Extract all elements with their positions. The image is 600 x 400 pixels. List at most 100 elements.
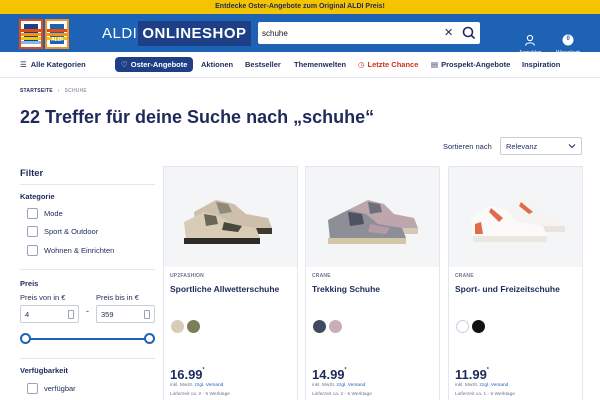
shipping-link[interactable]: zzgl. Versand bbox=[337, 383, 366, 388]
vat-text: inkl. MwSt. bbox=[455, 383, 480, 388]
product-name[interactable]: Trekking Schuhe bbox=[312, 284, 380, 294]
color-swatch[interactable] bbox=[187, 320, 200, 333]
delivery-info: Lieferzeit ca. 2 - 5 Werktage bbox=[312, 392, 372, 397]
clear-search-icon[interactable]: ✕ bbox=[444, 25, 456, 41]
checkbox[interactable] bbox=[27, 207, 38, 219]
hamburger-menu-icon: ☰ bbox=[20, 60, 27, 69]
breadcrumb-home[interactable]: STARTSEITE bbox=[20, 88, 53, 94]
price-from-label: Preis von in € bbox=[20, 293, 66, 302]
shipping-link[interactable]: zzgl. Versand bbox=[195, 383, 224, 388]
price-footnote-mark: * bbox=[344, 367, 347, 373]
filter-category-sport-outdoor[interactable]: Sport & Outdoor bbox=[27, 225, 98, 237]
filter-availability-title: Verfügbarkeit bbox=[20, 366, 68, 375]
price-from-value: 4 bbox=[25, 310, 30, 319]
nav-inspiration[interactable]: Inspiration bbox=[522, 60, 560, 69]
checkbox[interactable] bbox=[27, 244, 38, 256]
nav-oster-angebote[interactable]: ♡ Oster-Angebote bbox=[115, 57, 194, 72]
nav-all-categories-label: Alle Kategorien bbox=[30, 60, 86, 69]
product-price: 14.99* bbox=[312, 367, 347, 382]
delivery-info: Lieferzeit ca. 2 - 5 Werktage bbox=[170, 392, 230, 397]
product-name[interactable]: Sport- und Freizeitschuhe bbox=[455, 284, 560, 294]
product-image[interactable] bbox=[449, 167, 582, 267]
filter-availability-available[interactable]: verfügbar bbox=[27, 382, 76, 394]
divider bbox=[20, 269, 155, 270]
price-slider-track[interactable] bbox=[25, 338, 150, 340]
nav-themenwelten[interactable]: Themenwelten bbox=[294, 60, 346, 69]
trekking-shoe-image bbox=[327, 200, 418, 244]
flyer-icon: ▤ bbox=[431, 60, 439, 69]
aldi-sued-logo-icon: ALDI bbox=[45, 19, 69, 49]
price-slider-min-handle[interactable] bbox=[20, 333, 31, 344]
divider bbox=[20, 184, 155, 185]
shop-title[interactable]: ALDI ONLINESHOP bbox=[102, 21, 251, 46]
search-input[interactable] bbox=[262, 25, 432, 41]
search-icon[interactable] bbox=[459, 23, 479, 43]
color-swatch[interactable] bbox=[472, 320, 485, 333]
product-image[interactable] bbox=[164, 167, 297, 267]
price-to-value: 359 bbox=[101, 310, 114, 319]
filter-category-wohnen[interactable]: Wohnen & Einrichten bbox=[27, 244, 114, 256]
nav-all-categories[interactable]: ☰ Alle Kategorien bbox=[20, 60, 86, 69]
breadcrumb-separator-icon: › bbox=[57, 88, 60, 94]
aldi-nord-logo-icon bbox=[19, 19, 43, 49]
product-price: 11.99* bbox=[455, 367, 489, 382]
price-to-label: Preis bis in € bbox=[96, 293, 139, 302]
nav-letzte-label: Letzte Chance bbox=[367, 60, 419, 69]
product-brand: UP2FASHION bbox=[170, 273, 204, 279]
price-from-input[interactable]: 4 bbox=[20, 305, 79, 323]
hiking-shoe-image bbox=[183, 200, 272, 244]
product-name[interactable]: Sportliche Allwetterschuhe bbox=[170, 284, 279, 294]
stepper-icon[interactable] bbox=[144, 310, 150, 319]
product-card[interactable]: UP2FASHION Sportliche Allwetterschuhe 16… bbox=[163, 166, 298, 400]
checkbox-label: Wohnen & Einrichten bbox=[44, 245, 115, 255]
vat-info: inkl. MwSt. zzgl. Versand bbox=[455, 383, 508, 388]
vat-text: inkl. MwSt. bbox=[312, 383, 337, 388]
breadcrumb-current: SCHUHE bbox=[64, 88, 87, 94]
nav-prospekt-angebote[interactable]: ▤ Prospekt-Angebote bbox=[431, 60, 510, 69]
color-swatch[interactable] bbox=[313, 320, 326, 333]
chevron-down-icon bbox=[568, 144, 576, 149]
sort-label: Sortieren nach bbox=[443, 142, 492, 151]
aldi-logo[interactable]: ALDI bbox=[19, 19, 71, 49]
nav-letzte-chance[interactable]: ◷ Letzte Chance bbox=[358, 60, 418, 69]
filter-title: Filter bbox=[20, 168, 44, 179]
stepper-icon[interactable] bbox=[68, 310, 74, 319]
vat-text: inkl. MwSt. bbox=[170, 383, 195, 388]
nav-oster-label: Oster-Angebote bbox=[130, 60, 188, 69]
filter-category-mode[interactable]: Mode bbox=[27, 207, 63, 219]
price-value: 11.99 bbox=[455, 367, 487, 382]
shop-title-light: ALDI bbox=[102, 25, 138, 42]
clock-icon: ◷ bbox=[358, 60, 365, 69]
price-slider-max-handle[interactable] bbox=[144, 333, 155, 344]
product-card[interactable]: CRANE Sport- und Freizeitschuhe 11.99* i… bbox=[448, 166, 583, 400]
vat-info: inkl. MwSt. zzgl. Versand bbox=[312, 383, 365, 388]
price-to-input[interactable]: 359 bbox=[96, 305, 155, 323]
user-icon bbox=[525, 34, 536, 46]
color-swatch[interactable] bbox=[171, 320, 184, 333]
product-image[interactable] bbox=[306, 167, 439, 267]
price-value: 16.99 bbox=[170, 367, 203, 382]
heart-icon: ♡ bbox=[121, 60, 128, 69]
checkbox-label: Sport & Outdoor bbox=[44, 226, 99, 236]
divider bbox=[20, 358, 155, 359]
logo-text: ALDI bbox=[51, 37, 63, 43]
sort-select[interactable]: Relevanz bbox=[500, 137, 582, 155]
price-range-dash: - bbox=[86, 306, 89, 316]
sneaker-image bbox=[470, 198, 565, 242]
nav-bestseller[interactable]: Bestseller bbox=[245, 60, 281, 69]
price-footnote-mark: * bbox=[202, 367, 205, 373]
checkbox[interactable] bbox=[27, 225, 38, 237]
product-brand: CRANE bbox=[312, 273, 331, 279]
shipping-link[interactable]: zzgl. Versand bbox=[480, 383, 509, 388]
main-nav: ☰ Alle Kategorien ♡ Oster-Angebote Aktione… bbox=[0, 52, 600, 78]
filter-category-title: Kategorie bbox=[20, 192, 55, 201]
color-swatch[interactable] bbox=[456, 320, 469, 333]
checkbox[interactable] bbox=[27, 382, 38, 394]
price-footnote-mark: * bbox=[486, 367, 489, 373]
color-swatch[interactable] bbox=[329, 320, 342, 333]
product-card[interactable]: CRANE Trekking Schuhe 14.99* inkl. MwSt.… bbox=[305, 166, 440, 400]
product-brand: CRANE bbox=[455, 273, 474, 279]
price-value: 14.99 bbox=[312, 367, 345, 382]
promo-banner[interactable]: Entdecke Oster-Angebote zum Original ALD… bbox=[0, 0, 600, 14]
nav-aktionen[interactable]: Aktionen bbox=[201, 60, 233, 69]
